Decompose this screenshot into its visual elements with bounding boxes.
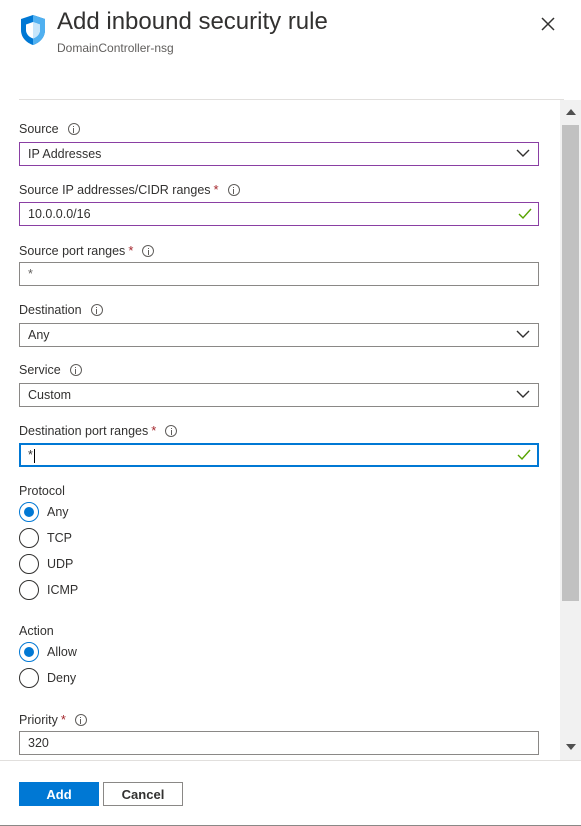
scroll-up-arrow-icon[interactable]	[566, 109, 576, 115]
close-icon[interactable]	[537, 13, 559, 35]
add-button[interactable]: Add	[19, 782, 99, 806]
destination-port-input[interactable]: *	[19, 443, 539, 467]
radio-button[interactable]	[19, 554, 39, 574]
source-ip-label: Source IP addresses/CIDR ranges *	[19, 182, 240, 197]
protocol-option-icmp[interactable]: ICMP	[19, 580, 78, 600]
priority-label: Priority *	[19, 712, 87, 727]
shield-icon	[21, 15, 45, 45]
chevron-down-icon	[516, 390, 530, 398]
radio-button[interactable]	[19, 668, 39, 688]
form-scroll-area[interactable]: Source IP Addresses Source IP addresses/…	[0, 100, 581, 760]
required-marker: *	[151, 423, 157, 438]
scrollbar-thumb[interactable]	[562, 125, 579, 601]
radio-button[interactable]	[19, 528, 39, 548]
source-dropdown[interactable]: IP Addresses	[19, 142, 539, 166]
info-icon[interactable]	[67, 123, 80, 135]
info-icon[interactable]	[90, 304, 103, 316]
text-cursor	[33, 448, 35, 463]
protocol-option-any[interactable]: Any	[19, 502, 69, 522]
scroll-down-arrow-icon[interactable]	[566, 744, 576, 750]
required-marker: *	[128, 243, 134, 258]
page-subtitle: DomainController-nsg	[57, 41, 174, 55]
vertical-scrollbar[interactable]	[560, 100, 581, 760]
footer-divider	[0, 760, 581, 761]
action-label: Action	[19, 624, 54, 638]
panel-header: Add inbound security rule DomainControll…	[0, 0, 581, 100]
info-icon[interactable]	[227, 183, 240, 196]
protocol-option-udp[interactable]: UDP	[19, 554, 73, 574]
protocol-label: Protocol	[19, 484, 65, 498]
source-port-input[interactable]: *	[19, 262, 539, 286]
destination-label: Destination	[19, 303, 103, 317]
info-icon[interactable]	[69, 364, 82, 376]
info-icon[interactable]	[74, 713, 87, 726]
page-title: Add inbound security rule	[57, 8, 328, 35]
destination-port-label: Destination port ranges *	[19, 423, 178, 438]
info-icon[interactable]	[165, 424, 178, 437]
source-label: Source	[19, 122, 80, 136]
checkmark-icon	[518, 208, 532, 220]
required-marker: *	[213, 182, 219, 197]
cancel-button[interactable]: Cancel	[103, 782, 183, 806]
radio-button[interactable]	[19, 502, 39, 522]
source-port-label: Source port ranges *	[19, 243, 155, 258]
protocol-option-tcp[interactable]: TCP	[19, 528, 72, 548]
service-label: Service	[19, 363, 82, 377]
service-dropdown[interactable]: Custom	[19, 383, 539, 407]
source-ip-input[interactable]: 10.0.0.0/16	[19, 202, 539, 226]
info-icon[interactable]	[142, 244, 155, 257]
checkmark-icon	[517, 449, 531, 461]
radio-button[interactable]	[19, 580, 39, 600]
action-option-allow[interactable]: Allow	[19, 642, 77, 662]
chevron-down-icon	[516, 330, 530, 338]
action-option-deny[interactable]: Deny	[19, 668, 76, 688]
radio-button[interactable]	[19, 642, 39, 662]
chevron-down-icon	[516, 149, 530, 157]
priority-input[interactable]: 320	[19, 731, 539, 755]
required-marker: *	[60, 712, 66, 727]
destination-dropdown[interactable]: Any	[19, 323, 539, 347]
